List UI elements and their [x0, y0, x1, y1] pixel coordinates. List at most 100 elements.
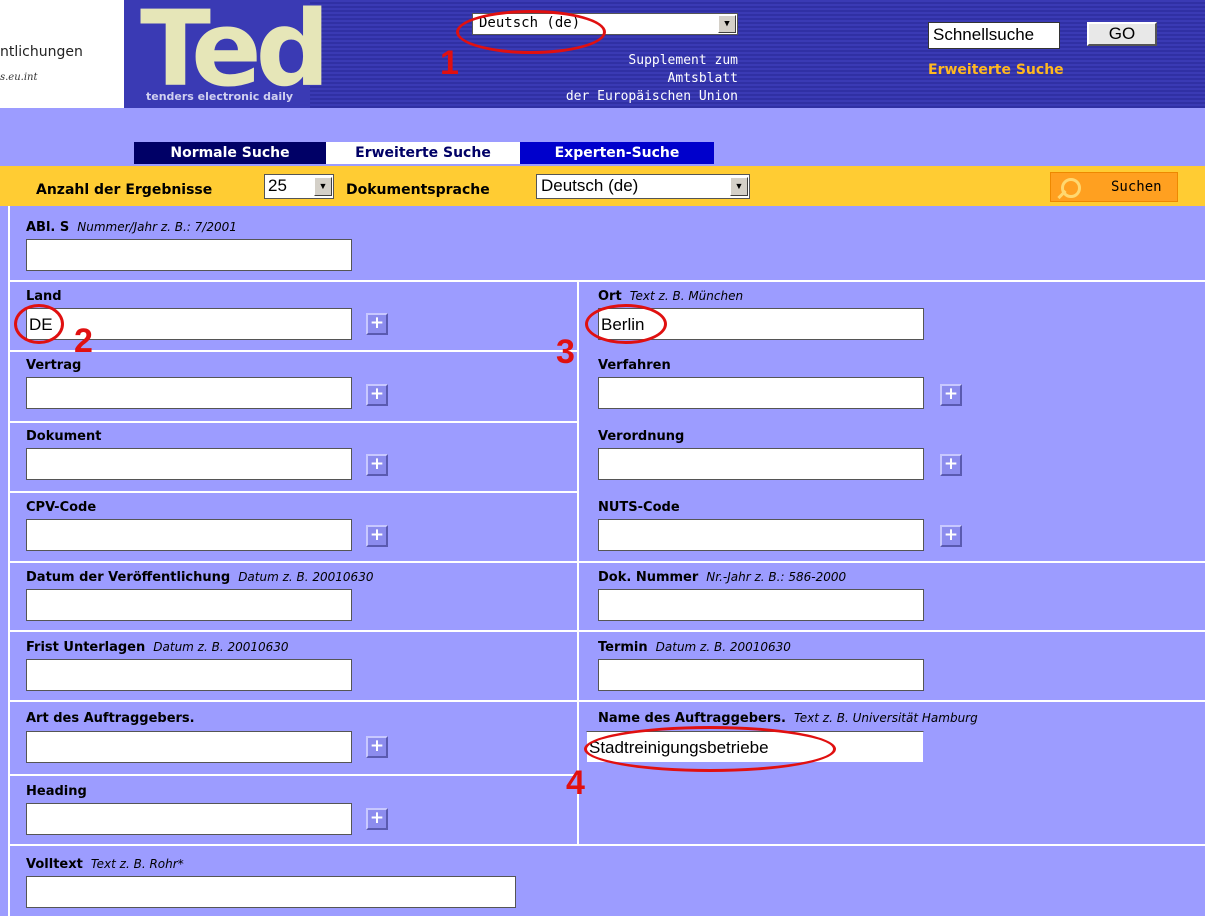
add-cpv-button[interactable]: + [366, 525, 388, 547]
cpv-input[interactable] [26, 519, 352, 551]
annotation-ellipse-2 [14, 304, 64, 344]
termin-label-text: Termin [598, 640, 648, 655]
doknr-label: Dok. Nummer Nr.-Jahr z. B.: 586-2000 [598, 570, 846, 585]
abl-input[interactable] [26, 239, 352, 271]
nuts-label: NUTS-Code [598, 500, 680, 515]
advanced-search-link[interactable]: Erweiterte Suche [928, 62, 1064, 78]
annotation-number-2: 2 [74, 322, 93, 360]
row-divider [8, 561, 1205, 563]
name-label: Name des Auftraggebers. Text z. B. Univer… [598, 711, 978, 726]
header-divider [0, 108, 1205, 122]
heading-label: Heading [26, 784, 87, 799]
ted-tagline: tenders electronic daily [146, 90, 294, 103]
search-button-label: Suchen [1111, 179, 1162, 195]
verfahren-label: Verfahren [598, 358, 671, 373]
cpv-label: CPV-Code [26, 500, 97, 515]
supplement-line: der Europäischen Union [565, 89, 738, 104]
abl-hint: Nummer/Jahr z. B.: 7/2001 [77, 220, 237, 234]
row-divider [8, 280, 1205, 282]
eu-logo-text: ntlichungen [0, 44, 83, 60]
eu-logo-url: s.eu.int [0, 72, 38, 83]
doknr-label-text: Dok. Nummer [598, 570, 699, 585]
row-divider [8, 774, 578, 776]
supplement-caption: Supplement zum Amtsblatt der Europäische… [520, 52, 738, 106]
add-vertrag-button[interactable]: + [366, 384, 388, 406]
row-divider [8, 700, 1205, 702]
datum-input[interactable] [26, 589, 352, 621]
results-count-select[interactable]: 25 ▼ [264, 174, 334, 199]
supplement-line: Amtsblatt [667, 71, 738, 86]
vertrag-label: Vertrag [26, 358, 82, 373]
datum-hint: Datum z. B. 20010630 [238, 570, 374, 584]
ort-label-text: Ort [598, 289, 622, 304]
results-count-label: Anzahl der Ergebnisse [36, 182, 213, 198]
row-divider [8, 491, 578, 493]
supplement-line: Supplement zum [628, 53, 738, 68]
doknr-input[interactable] [598, 589, 924, 621]
termin-label: Termin Datum z. B. 20010630 [598, 640, 791, 655]
results-count-value: 25 [268, 176, 287, 195]
annotation-ellipse-1 [456, 10, 606, 54]
abl-label-text: ABl. S [26, 220, 70, 235]
art-label: Art des Auftraggebers. [26, 711, 195, 726]
add-heading-button[interactable]: + [366, 808, 388, 830]
chevron-down-icon[interactable]: ▼ [314, 177, 332, 196]
go-button[interactable]: GO [1087, 22, 1157, 46]
volltext-input[interactable] [26, 876, 516, 908]
dokument-label: Dokument [26, 429, 102, 444]
add-verfahren-button[interactable]: + [940, 384, 962, 406]
abl-label: ABl. S Nummer/Jahr z. B.: 7/2001 [26, 220, 237, 235]
ort-hint: Text z. B. München [629, 289, 744, 303]
chevron-down-icon[interactable]: ▼ [730, 177, 748, 196]
row-divider [8, 350, 578, 352]
verfahren-input[interactable] [598, 377, 924, 409]
nuts-input[interactable] [598, 519, 924, 551]
datum-label-text: Datum der Veröffentlichung [26, 570, 231, 585]
doknr-hint: Nr.-Jahr z. B.: 586-2000 [706, 570, 847, 584]
annotation-ellipse-3 [585, 304, 667, 344]
dokument-input[interactable] [26, 448, 352, 480]
volltext-hint: Text z. B. Rohr* [90, 857, 184, 871]
column-divider [577, 280, 579, 845]
ort-label: Ort Text z. B. München [598, 289, 743, 304]
add-dokument-button[interactable]: + [366, 454, 388, 476]
frist-input[interactable] [26, 659, 352, 691]
add-land-button[interactable]: + [366, 313, 388, 335]
chevron-down-icon[interactable]: ▼ [718, 15, 736, 33]
termin-input[interactable] [598, 659, 924, 691]
ted-logo: Ted [140, 0, 330, 110]
heading-input[interactable] [26, 803, 352, 835]
volltext-label: Volltext Text z. B. Rohr* [26, 857, 184, 872]
frist-label-text: Frist Unterlagen [26, 640, 146, 655]
search-icon [1061, 178, 1081, 198]
tab-normal-search[interactable]: Normale Suche [134, 142, 326, 164]
document-language-select[interactable]: Deutsch (de) ▼ [536, 174, 750, 199]
document-language-label: Dokumentsprache [346, 182, 490, 198]
row-divider [8, 421, 578, 423]
annotation-ellipse-4 [584, 726, 836, 772]
tab-advanced-search[interactable]: Erweiterte Suche [326, 142, 520, 164]
verordnung-label: Verordnung [598, 429, 685, 444]
termin-hint: Datum z. B. 20010630 [655, 640, 791, 654]
search-button[interactable]: Suchen [1050, 172, 1178, 202]
frist-hint: Datum z. B. 20010630 [153, 640, 289, 654]
row-divider [8, 844, 1205, 846]
volltext-label-text: Volltext [26, 857, 83, 872]
land-label: Land [26, 289, 62, 304]
verordnung-input[interactable] [598, 448, 924, 480]
name-hint: Text z. B. Universität Hamburg [793, 711, 978, 725]
quick-search-input[interactable]: Schnellsuche [928, 22, 1060, 49]
annotation-number-3: 3 [556, 333, 575, 371]
frist-label: Frist Unterlagen Datum z. B. 20010630 [26, 640, 289, 655]
vertrag-input[interactable] [26, 377, 352, 409]
tab-expert-search[interactable]: Experten-Suche [520, 142, 714, 164]
annotation-number-4: 4 [566, 764, 585, 802]
art-input[interactable] [26, 731, 352, 763]
name-label-text: Name des Auftraggebers. [598, 711, 786, 726]
add-nuts-button[interactable]: + [940, 525, 962, 547]
annotation-number-1: 1 [440, 44, 459, 82]
add-art-button[interactable]: + [366, 736, 388, 758]
add-verordnung-button[interactable]: + [940, 454, 962, 476]
row-divider [8, 630, 1205, 632]
datum-label: Datum der Veröffentlichung Datum z. B. 20… [26, 570, 373, 585]
